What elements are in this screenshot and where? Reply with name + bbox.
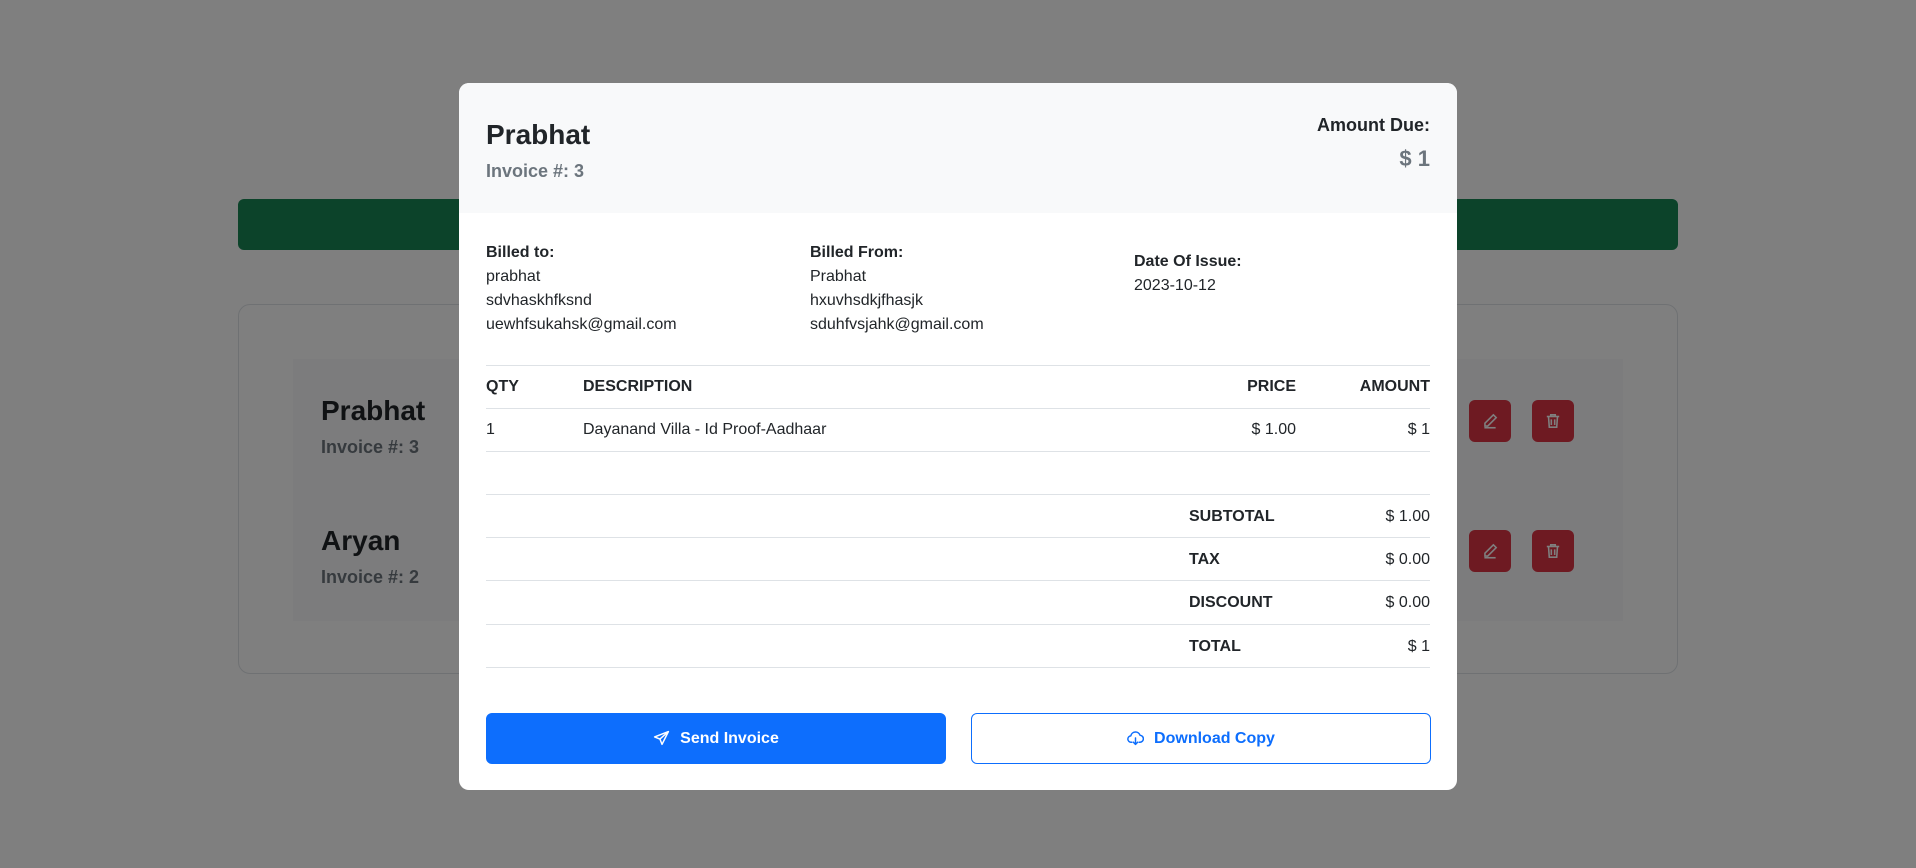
- subtotal-label: SUBTOTAL: [1189, 508, 1275, 525]
- date-of-issue-label: Date Of Issue:: [1134, 253, 1242, 270]
- tax-label: TAX: [1189, 551, 1220, 568]
- send-invoice-button[interactable]: Send Invoice: [486, 713, 946, 764]
- billed-from-address: hxuvhsdkjfhasjk: [810, 292, 923, 309]
- send-invoice-label: Send Invoice: [680, 729, 779, 747]
- download-copy-button[interactable]: Download Copy: [971, 713, 1431, 764]
- cloud-download-icon: [1127, 731, 1145, 746]
- divider: [486, 580, 1430, 581]
- billed-from-name: Prabhat: [810, 268, 867, 285]
- date-of-issue-value: 2023-10-12: [1134, 277, 1216, 294]
- subtotal-value: $ 1.00: [1385, 508, 1430, 525]
- billed-to-label: Billed to:: [486, 244, 555, 261]
- discount-label: DISCOUNT: [1189, 594, 1273, 611]
- invoice-preview-modal: Prabhat Invoice #: 3 Amount Due: $ 1 Bil…: [459, 83, 1457, 790]
- item-description: Dayanand Villa - Id Proof-Aadhaar: [583, 421, 827, 438]
- billed-to-section: Billed to: prabhat sdvhaskhfksnd uewhfsu…: [486, 241, 677, 337]
- divider: [486, 667, 1430, 668]
- total-value: $ 1: [1407, 638, 1430, 655]
- divider: [486, 451, 1430, 452]
- discount-value: $ 0.00: [1385, 594, 1430, 611]
- column-header-description: DESCRIPTION: [583, 378, 693, 395]
- divider: [486, 494, 1430, 495]
- total-label: TOTAL: [1189, 638, 1241, 655]
- download-copy-label: Download Copy: [1154, 729, 1275, 747]
- billed-to-name: prabhat: [486, 268, 541, 285]
- column-header-amount: AMOUNT: [1359, 378, 1430, 395]
- column-header-price: PRICE: [1247, 378, 1296, 395]
- billed-from-label: Billed From:: [810, 244, 904, 261]
- divider: [486, 408, 1430, 409]
- item-qty: 1: [486, 421, 495, 438]
- item-amount: $ 1: [1407, 421, 1430, 438]
- invoice-client-name: Prabhat: [486, 119, 591, 150]
- date-of-issue-section: Date Of Issue: 2023-10-12: [1134, 250, 1242, 298]
- modal-header: Prabhat Invoice #: 3 Amount Due: $ 1: [459, 83, 1457, 213]
- amount-due-label: Amount Due:: [1317, 115, 1430, 135]
- divider: [486, 365, 1430, 366]
- billed-to-address: sdvhaskhfksnd: [486, 292, 592, 309]
- billed-from-email: sduhfvsjahk@gmail.com: [810, 316, 984, 333]
- tax-value: $ 0.00: [1385, 551, 1430, 568]
- column-header-qty: QTY: [486, 378, 519, 395]
- invoice-number: Invoice #: 3: [486, 161, 585, 181]
- paper-plane-icon: [653, 730, 670, 746]
- divider: [486, 537, 1430, 538]
- amount-due-value: $ 1: [1399, 146, 1430, 171]
- billed-to-email: uewhfsukahsk@gmail.com: [486, 316, 677, 333]
- item-price: $ 1.00: [1251, 421, 1296, 438]
- billed-from-section: Billed From: Prabhat hxuvhsdkjfhasjk sdu…: [810, 241, 984, 337]
- divider: [486, 624, 1430, 625]
